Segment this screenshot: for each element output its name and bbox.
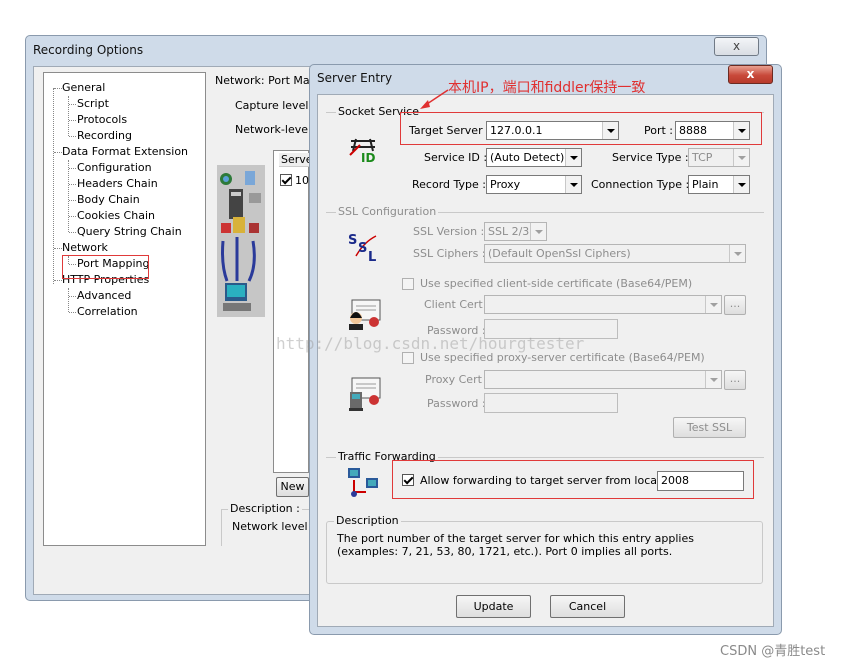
update-button[interactable]: Update (456, 595, 531, 618)
chevron-down-icon (530, 223, 546, 240)
chevron-down-icon (733, 149, 749, 166)
ssl-logo-letter-s2: S (358, 241, 367, 256)
record-type-combo[interactable]: Proxy (486, 175, 582, 194)
client-cert-combo (484, 295, 722, 314)
footer-credit: CSDN @青胜test (720, 644, 826, 659)
chevron-down-icon (729, 245, 745, 262)
chevron-down-icon (705, 371, 721, 388)
service-type-label: Service Type : (612, 151, 689, 164)
recording-options-close-button[interactable]: x (714, 37, 759, 56)
chevron-down-icon (565, 176, 581, 193)
tree-item-recording[interactable]: Recording (77, 129, 132, 142)
watermark-text: http://blog.csdn.net/hourgtester (276, 334, 585, 353)
tree-item-query-string-chain[interactable]: Query String Chain (77, 225, 182, 238)
capture-level-label: Capture level: (235, 99, 313, 112)
description-label-back: Description : (228, 502, 302, 515)
client-cert-browse-button: ... (724, 295, 746, 315)
proxy-password-label: Password : (427, 397, 486, 410)
ssl-configuration-title: SSL Configuration (336, 205, 439, 218)
chevron-down-icon (705, 296, 721, 313)
traffic-forwarding-highlight (392, 460, 754, 499)
network-level-label: Network-level s (235, 123, 321, 136)
service-id-combo[interactable]: (Auto Detect) (486, 148, 582, 167)
client-cert-checkbox (402, 278, 414, 290)
tree-item-headers-chain[interactable]: Headers Chain (77, 177, 158, 190)
chevron-down-icon (733, 176, 749, 193)
proxy-cert-label: Proxy Cert : (425, 373, 490, 386)
tree-item-correlation[interactable]: Correlation (77, 305, 138, 318)
close-icon: x (746, 67, 755, 81)
ssl-ciphers-label: SSL Ciphers : (413, 247, 486, 260)
tree-item-advanced[interactable]: Advanced (77, 289, 131, 302)
recording-options-title: Recording Options (33, 43, 144, 57)
close-icon: x (732, 39, 741, 53)
target-server-port-highlight (400, 112, 762, 145)
client-certificate-icon (349, 299, 381, 330)
ssl-version-label: SSL Version : (413, 225, 485, 238)
tree-item-script[interactable]: Script (77, 97, 109, 110)
tree-item-body-chain[interactable]: Body Chain (77, 193, 140, 206)
description-line-1: The port number of the target server for… (337, 532, 694, 545)
server-row-label: 10 (295, 174, 309, 187)
tree-item-data-format-extension[interactable]: Data Format Extension (62, 145, 188, 158)
connection-type-label: Connection Type : (591, 178, 690, 191)
cancel-button[interactable]: Cancel (550, 595, 625, 618)
proxy-password-input (484, 393, 618, 413)
description-line-2: (examples: 7, 21, 53, 80, 1721, etc.). P… (337, 545, 673, 558)
ssl-ciphers-combo: (Default OpenSsl Ciphers) (484, 244, 746, 263)
test-ssl-button: Test SSL (673, 417, 746, 438)
port-mapping-highlight (62, 255, 149, 279)
ssl-version-combo: SSL 2/3 (484, 222, 547, 241)
server-entry-title: Server Entry (317, 71, 393, 85)
proxy-cert-checkbox (402, 352, 414, 364)
service-id-badge: ID (361, 151, 376, 165)
proxy-cert-browse-button: ... (724, 370, 746, 390)
servers-list-header: Serve (279, 153, 313, 167)
proxy-cert-combo (484, 370, 722, 389)
ssl-logo-letter-l: L (368, 250, 376, 264)
client-cert-label: Client Cert : (424, 298, 490, 311)
ssl-logo-letter-s1: S (348, 233, 357, 248)
server-row-checkbox[interactable] (280, 174, 292, 186)
new-button[interactable]: New (276, 477, 309, 497)
proxy-certificate-icon (349, 377, 381, 411)
ssl-logo-icon: S S L (348, 233, 377, 264)
tree-item-protocols[interactable]: Protocols (77, 113, 127, 126)
record-type-label: Record Type : (412, 178, 486, 191)
description-title: Description (334, 514, 401, 527)
network-graphic-icon (217, 165, 265, 317)
service-id-label: Service ID : (424, 151, 488, 164)
tree-item-network[interactable]: Network (62, 241, 108, 254)
connection-type-combo[interactable]: Plain (688, 175, 750, 194)
client-cert-check-label: Use specified client-side certificate (B… (420, 277, 693, 290)
annotation-arrow-icon (420, 89, 449, 109)
tree-item-general[interactable]: General (62, 81, 105, 94)
tree-item-configuration[interactable]: Configuration (77, 161, 152, 174)
service-type-combo: TCP (688, 148, 750, 167)
forwarding-icon (348, 468, 378, 497)
chevron-down-icon (565, 149, 581, 166)
description-text-back: Network level in (232, 520, 322, 533)
server-entry-close-button[interactable]: x (728, 65, 773, 84)
tree-item-cookies-chain[interactable]: Cookies Chain (77, 209, 155, 222)
network-port-mapping-header: Network: Port Mapp (215, 74, 324, 87)
red-annotation-text: 本机IP，端口和fiddler保持一致 (448, 80, 646, 96)
servers-list (273, 150, 309, 473)
